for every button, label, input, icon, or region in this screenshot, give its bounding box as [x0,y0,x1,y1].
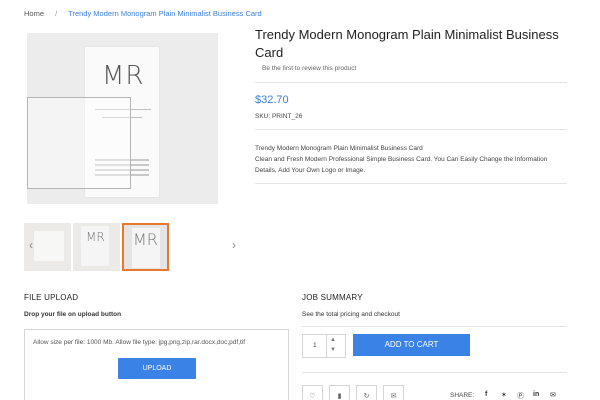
compare-button[interactable]: ↻ [356,385,377,400]
file-upload-subtitle: Drop your file on upload button [24,311,122,318]
chevron-up-icon[interactable]: ▲ [330,337,336,343]
facebook-icon[interactable]: f [485,391,487,398]
linkedin-icon[interactable]: in [533,391,539,398]
description-body: Clean and Fresh Modern Professional Simp… [255,156,548,174]
compare-chart-button[interactable]: ▮ [329,385,350,400]
upload-note: Allow size per file: 1000 Mb. Allow file… [33,339,246,346]
pinterest-icon[interactable]: Ⓟ [517,391,524,400]
file-upload-heading: FILE UPLOAD [24,293,79,302]
chevron-down-icon[interactable]: ▼ [330,347,336,353]
job-summary-subtitle: See the total pricing and checkout [302,311,400,318]
divider [255,183,567,184]
breadcrumb-separator: / [55,9,58,18]
breadcrumb-current: Trendy Modern Monogram Plain Minimalist … [68,9,262,18]
product-description: Trendy Modern Monogram Plain Minimalist … [255,143,555,176]
envelope-icon: ✉ [390,392,397,400]
add-to-cart-button[interactable]: ADD TO CART [353,334,470,356]
card-monogram: MR [102,61,145,91]
refresh-icon: ↻ [363,392,370,400]
product-sku: SKU: PRINT_26 [255,113,303,120]
review-link[interactable]: Be the first to review this product [262,65,356,72]
divider [302,326,567,327]
thumbnail-monogram: MR [86,230,105,244]
wishlist-button[interactable]: ♡ [302,385,323,400]
quantity-input[interactable]: 1 [313,342,317,349]
twitter-icon[interactable]: ✶ [501,391,507,399]
share-label: SHARE: [450,392,475,399]
breadcrumb: Home / Trendy Modern Monogram Plain Mini… [24,9,262,18]
product-title: Trendy Modern Monogram Plain Minimalist … [255,27,559,60]
bar-chart-icon: ▮ [337,392,342,400]
upload-dropzone[interactable]: Allow size per file: 1000 Mb. Allow file… [24,329,289,400]
thumbnail-monogram: MR [133,230,158,249]
thumbnail-2[interactable]: MR [73,223,120,271]
chevron-right-icon[interactable]: › [232,238,236,252]
chevron-left-icon[interactable]: ‹ [29,238,33,252]
divider [255,129,567,130]
email-friend-button[interactable]: ✉ [383,385,404,400]
description-title: Trendy Modern Monogram Plain Minimalist … [255,145,423,152]
thumbnail-strip: MR MR [24,223,224,273]
thumbnail-card [34,231,64,261]
upload-button[interactable]: UPLOAD [118,358,196,379]
job-summary-heading: JOB SUMMARY [302,293,363,302]
email-icon[interactable]: ✉ [550,391,556,399]
breadcrumb-home[interactable]: Home [24,9,44,18]
product-price: $32.70 [255,94,289,106]
stepper-divider [326,335,327,357]
quantity-stepper[interactable]: 1 ▲ ▼ [302,334,346,358]
product-main-image[interactable]: MR [27,33,218,204]
zoom-lens[interactable] [27,97,131,189]
divider [302,372,567,373]
heart-icon: ♡ [309,392,316,400]
thumbnail-3-active[interactable]: MR [122,223,169,271]
divider [255,82,567,83]
